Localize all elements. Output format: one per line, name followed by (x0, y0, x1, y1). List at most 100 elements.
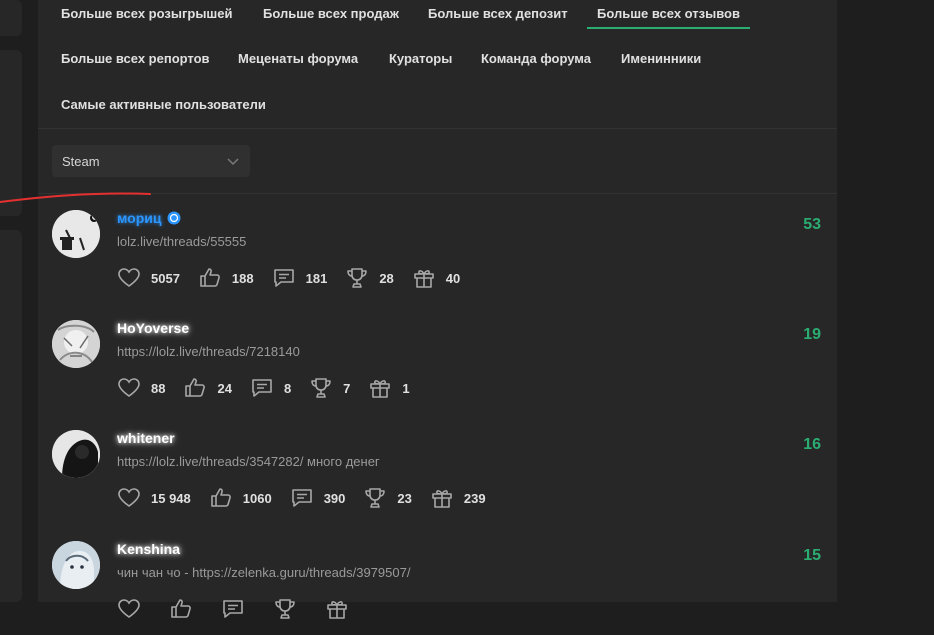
message-icon (252, 379, 272, 397)
category-select[interactable]: Steam (52, 145, 250, 177)
category-tabs: Больше всех розыгрышей Больше всех прода… (38, 0, 837, 129)
stat-gifts-value: 1 (402, 380, 410, 396)
trophy-icon (347, 268, 368, 288)
username[interactable]: whitener (117, 430, 175, 446)
trophy-icon (311, 378, 331, 398)
stat-trophies-value: 7 (343, 380, 351, 396)
user-stats (117, 597, 377, 621)
leaderboard-panel: Больше всех розыгрышей Больше всех прода… (38, 0, 837, 619)
stat-messages-value: 8 (283, 380, 292, 396)
stat-thumbs-value: 24 (217, 380, 232, 396)
stat-thumbs: 24 (183, 376, 232, 400)
stat-gifts: 40 (412, 266, 460, 290)
message-icon (291, 489, 312, 507)
tab-most-active-users[interactable]: Самые активные пользователи (61, 97, 266, 112)
stat-messages: 181 (272, 266, 328, 290)
chevron-down-icon (227, 158, 239, 166)
user-stats: 5057 188 181 28 40 (117, 266, 478, 290)
thumbs-up-icon (185, 378, 206, 397)
stat-gifts-value: 239 (463, 490, 486, 506)
heart-icon (118, 488, 140, 507)
stat-likes-value: 5057 (151, 270, 180, 286)
gift-icon (370, 380, 391, 398)
stat-trophies-value: 23 (397, 490, 412, 506)
stat-trophies (273, 597, 307, 621)
filter-row: Steam (38, 129, 837, 194)
trophy-icon (365, 488, 386, 508)
username[interactable]: HoYoverse (117, 320, 189, 336)
gift-icon (413, 270, 434, 288)
user-stats: 88 24 8 7 1 (117, 376, 428, 400)
message-icon (273, 269, 294, 287)
thumbs-up-icon (171, 599, 191, 618)
thumbs-up-icon (200, 268, 220, 287)
avatar[interactable] (52, 320, 100, 368)
tab-most-giveaways[interactable]: Больше всех розыгрышей (61, 6, 232, 21)
review-count: 53 (803, 216, 821, 233)
stat-gifts: 1 (368, 376, 410, 400)
tab-most-sales[interactable]: Больше всех продаж (263, 6, 399, 21)
thumbs-up-icon (210, 488, 231, 507)
stat-messages: 390 (290, 486, 346, 510)
avatar-image (52, 210, 100, 258)
tab-most-reviews[interactable]: Больше всех отзывов (587, 6, 750, 29)
stat-thumbs-value: 188 (231, 270, 254, 286)
red-annotation-stroke (0, 192, 151, 203)
stat-likes: 5057 (117, 266, 180, 290)
tab-patrons[interactable]: Меценаты форума (238, 51, 358, 66)
tab-most-reports[interactable]: Больше всех репортов (61, 51, 210, 66)
username[interactable]: мориц (117, 210, 181, 226)
list-item: whitener https://lolz.live/threads/35472… (38, 414, 837, 524)
stat-thumbs: 1060 (209, 486, 272, 510)
message-icon (223, 600, 243, 618)
username-text: whitener (117, 430, 175, 446)
rail-block (0, 0, 22, 36)
heart-icon (118, 378, 140, 397)
tab-most-deposit[interactable]: Больше всех депозит (428, 6, 568, 21)
review-count: 15 (803, 547, 821, 564)
avatar-image (52, 320, 100, 368)
user-status: https://lolz.live/threads/7218140 (117, 344, 300, 359)
stat-gifts: 239 (430, 486, 486, 510)
stat-messages (221, 597, 255, 621)
list-item: Kenshina чин чан чо - https://zelenka.gu… (38, 525, 837, 635)
user-status: lolz.live/threads/55555 (117, 234, 247, 249)
stat-trophies: 28 (345, 266, 394, 290)
avatar[interactable] (52, 210, 100, 258)
avatar[interactable] (52, 541, 100, 589)
stat-gifts (325, 597, 359, 621)
stat-likes-value: 15 948 (151, 490, 191, 506)
stat-likes (117, 597, 151, 621)
user-stats: 15 948 1060 390 23 239 (117, 486, 504, 510)
left-rail (0, 0, 22, 602)
username-text: мориц (117, 210, 162, 226)
list-item: мориц lolz.live/threads/55555 53 5057 18… (38, 194, 837, 304)
rail-block (0, 230, 22, 602)
verified-badge-icon (167, 211, 180, 225)
stat-likes-value: 88 (151, 380, 166, 396)
avatar-image (52, 541, 100, 589)
tab-curators[interactable]: Кураторы (389, 51, 452, 66)
stat-trophies: 7 (309, 376, 350, 400)
stat-messages-value: 390 (323, 490, 346, 506)
stat-trophies: 23 (363, 486, 412, 510)
review-count: 16 (803, 436, 821, 453)
avatar-image (52, 430, 100, 478)
user-status: https://lolz.live/threads/3547282/ много… (117, 454, 380, 469)
avatar[interactable] (52, 430, 100, 478)
stat-thumbs: 188 (198, 266, 254, 290)
stat-likes: 15 948 (117, 486, 191, 510)
heart-icon (118, 599, 140, 618)
trophy-icon (275, 599, 295, 619)
user-status: чин чан чо - https://zelenka.guru/thread… (117, 565, 411, 580)
heart-icon (118, 268, 140, 287)
list-item: HoYoverse https://lolz.live/threads/7218… (38, 304, 837, 414)
stat-thumbs-value: 1060 (242, 490, 272, 506)
tab-forum-team[interactable]: Команда форума (481, 51, 591, 66)
stat-thumbs (169, 597, 203, 621)
stat-gifts-value: 40 (445, 270, 461, 286)
username[interactable]: Kenshina (117, 541, 180, 557)
tab-birthdays[interactable]: Именинники (621, 51, 701, 66)
stat-messages-value: 181 (305, 270, 328, 286)
gift-icon (327, 601, 347, 619)
